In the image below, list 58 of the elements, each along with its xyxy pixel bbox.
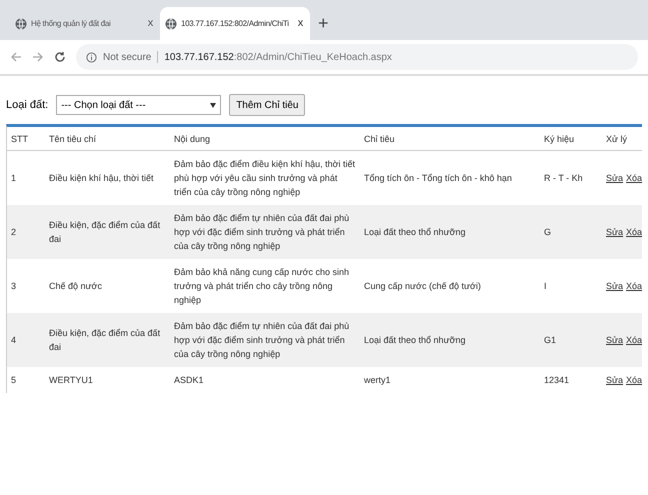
row-number: 5 bbox=[11, 375, 16, 385]
delete-link[interactable]: Xóa bbox=[626, 333, 642, 347]
criterion-name: Điều kiện khí hậu, thời tiết bbox=[49, 173, 154, 183]
delete-link[interactable]: Xóa bbox=[626, 279, 642, 293]
column-header: Tên tiêu chí bbox=[49, 134, 96, 144]
column-header: Ký hiệu bbox=[544, 134, 574, 144]
symbol-text: I bbox=[544, 281, 547, 291]
column-header: Xử lý bbox=[606, 134, 628, 144]
symbol-text: 12341 bbox=[544, 375, 570, 385]
globe-icon bbox=[15, 18, 27, 30]
content-text: Đảm bảo đặc điểm tự nhiên của đất đai phù hợp với đặc điểm sinh trưởng và phát triển của cây trồng nông nghiệp bbox=[174, 213, 350, 251]
close-tab-button[interactable]: x bbox=[296, 15, 305, 32]
add-criteria-button[interactable]: Thêm Chỉ tiêu bbox=[229, 94, 306, 116]
criterion-name: Chế độ nước bbox=[49, 281, 102, 291]
tab-title: 103.77.167.152:802/Admin/ChiTi bbox=[181, 18, 290, 30]
delete-link[interactable]: Xóa bbox=[626, 373, 642, 387]
land-type-label: Loại đất: bbox=[6, 98, 48, 113]
address-bar[interactable]: Not secure 103.77.167.152:802/Admin/ChiTieu_KeHoach.aspx bbox=[76, 44, 638, 70]
land-type-select[interactable]: --- Chọn loại đất --- bbox=[56, 95, 222, 115]
criteria-text: Cung cấp nước (chế độ tưới) bbox=[364, 281, 481, 291]
column-header: Nội dung bbox=[174, 134, 210, 144]
symbol-text: G bbox=[544, 227, 552, 237]
criterion-name: WERTYU1 bbox=[49, 375, 93, 385]
edit-link[interactable]: Sửa bbox=[606, 373, 624, 387]
edit-link[interactable]: Sửa bbox=[606, 333, 624, 347]
criterion-name: Điều kiện, đặc điểm của đất đai bbox=[49, 220, 160, 244]
delete-link[interactable]: Xóa bbox=[626, 225, 642, 239]
content-text: Đảm bảo khả năng cung cấp nước cho sinh trưởng và phát triển cho cây trồng nông nghiệp bbox=[174, 267, 350, 305]
close-tab-button[interactable]: x bbox=[146, 15, 155, 32]
edit-link[interactable]: Sửa bbox=[606, 171, 624, 185]
caret-icon bbox=[210, 102, 216, 108]
column-header: Chỉ tiêu bbox=[364, 134, 395, 144]
tab-title: Hệ thống quản lý đất đai bbox=[31, 18, 112, 30]
new-tab-button[interactable]: + bbox=[310, 7, 337, 40]
edit-link[interactable]: Sửa bbox=[606, 225, 624, 239]
criteria-text: Loại đất theo thổ nhưỡng bbox=[364, 335, 466, 345]
row-number: 2 bbox=[11, 227, 16, 237]
reload-icon[interactable] bbox=[54, 51, 66, 63]
info-icon[interactable] bbox=[86, 52, 97, 62]
column-header: STT bbox=[11, 134, 28, 144]
delete-link[interactable]: Xóa bbox=[626, 171, 642, 185]
row-number: 4 bbox=[11, 335, 16, 345]
symbol-text: G1 bbox=[544, 335, 556, 345]
content-text: Đảm bảo đặc điểm điều kiện khí hậu, thời tiết phù hợp với yêu cầu sinh trưởng và phát triển của cây trồng nông nghiệp bbox=[174, 159, 356, 197]
criteria-text: Loại đất theo thổ nhưỡng bbox=[364, 227, 466, 237]
symbol-text: R - T - Kh bbox=[544, 173, 583, 183]
security-label: Not secure bbox=[103, 50, 152, 64]
row-number: 3 bbox=[11, 281, 16, 291]
content-text: Đảm bảo đặc điểm tự nhiên của đất đai phù hợp với đặc điểm sinh trưởng và phát triển của cây trồng nông nghiệp bbox=[174, 321, 350, 359]
browser-tab[interactable]: 103.77.167.152:802/Admin/ChiTi x bbox=[160, 7, 310, 40]
url-text: 103.77.167.152:802/Admin/ChiTieu_KeHoach.aspx bbox=[164, 50, 392, 64]
criteria-text: Tổng tích ôn - Tổng tích ôn - khô hạn bbox=[364, 173, 512, 183]
content-text: ASDK1 bbox=[174, 375, 204, 385]
globe-icon bbox=[165, 18, 177, 30]
criterion-name: Điều kiện, đặc điểm của đất đai bbox=[49, 328, 160, 352]
edit-link[interactable]: Sửa bbox=[606, 279, 624, 293]
criteria-text: werty1 bbox=[364, 375, 391, 385]
row-number: 1 bbox=[11, 173, 16, 183]
